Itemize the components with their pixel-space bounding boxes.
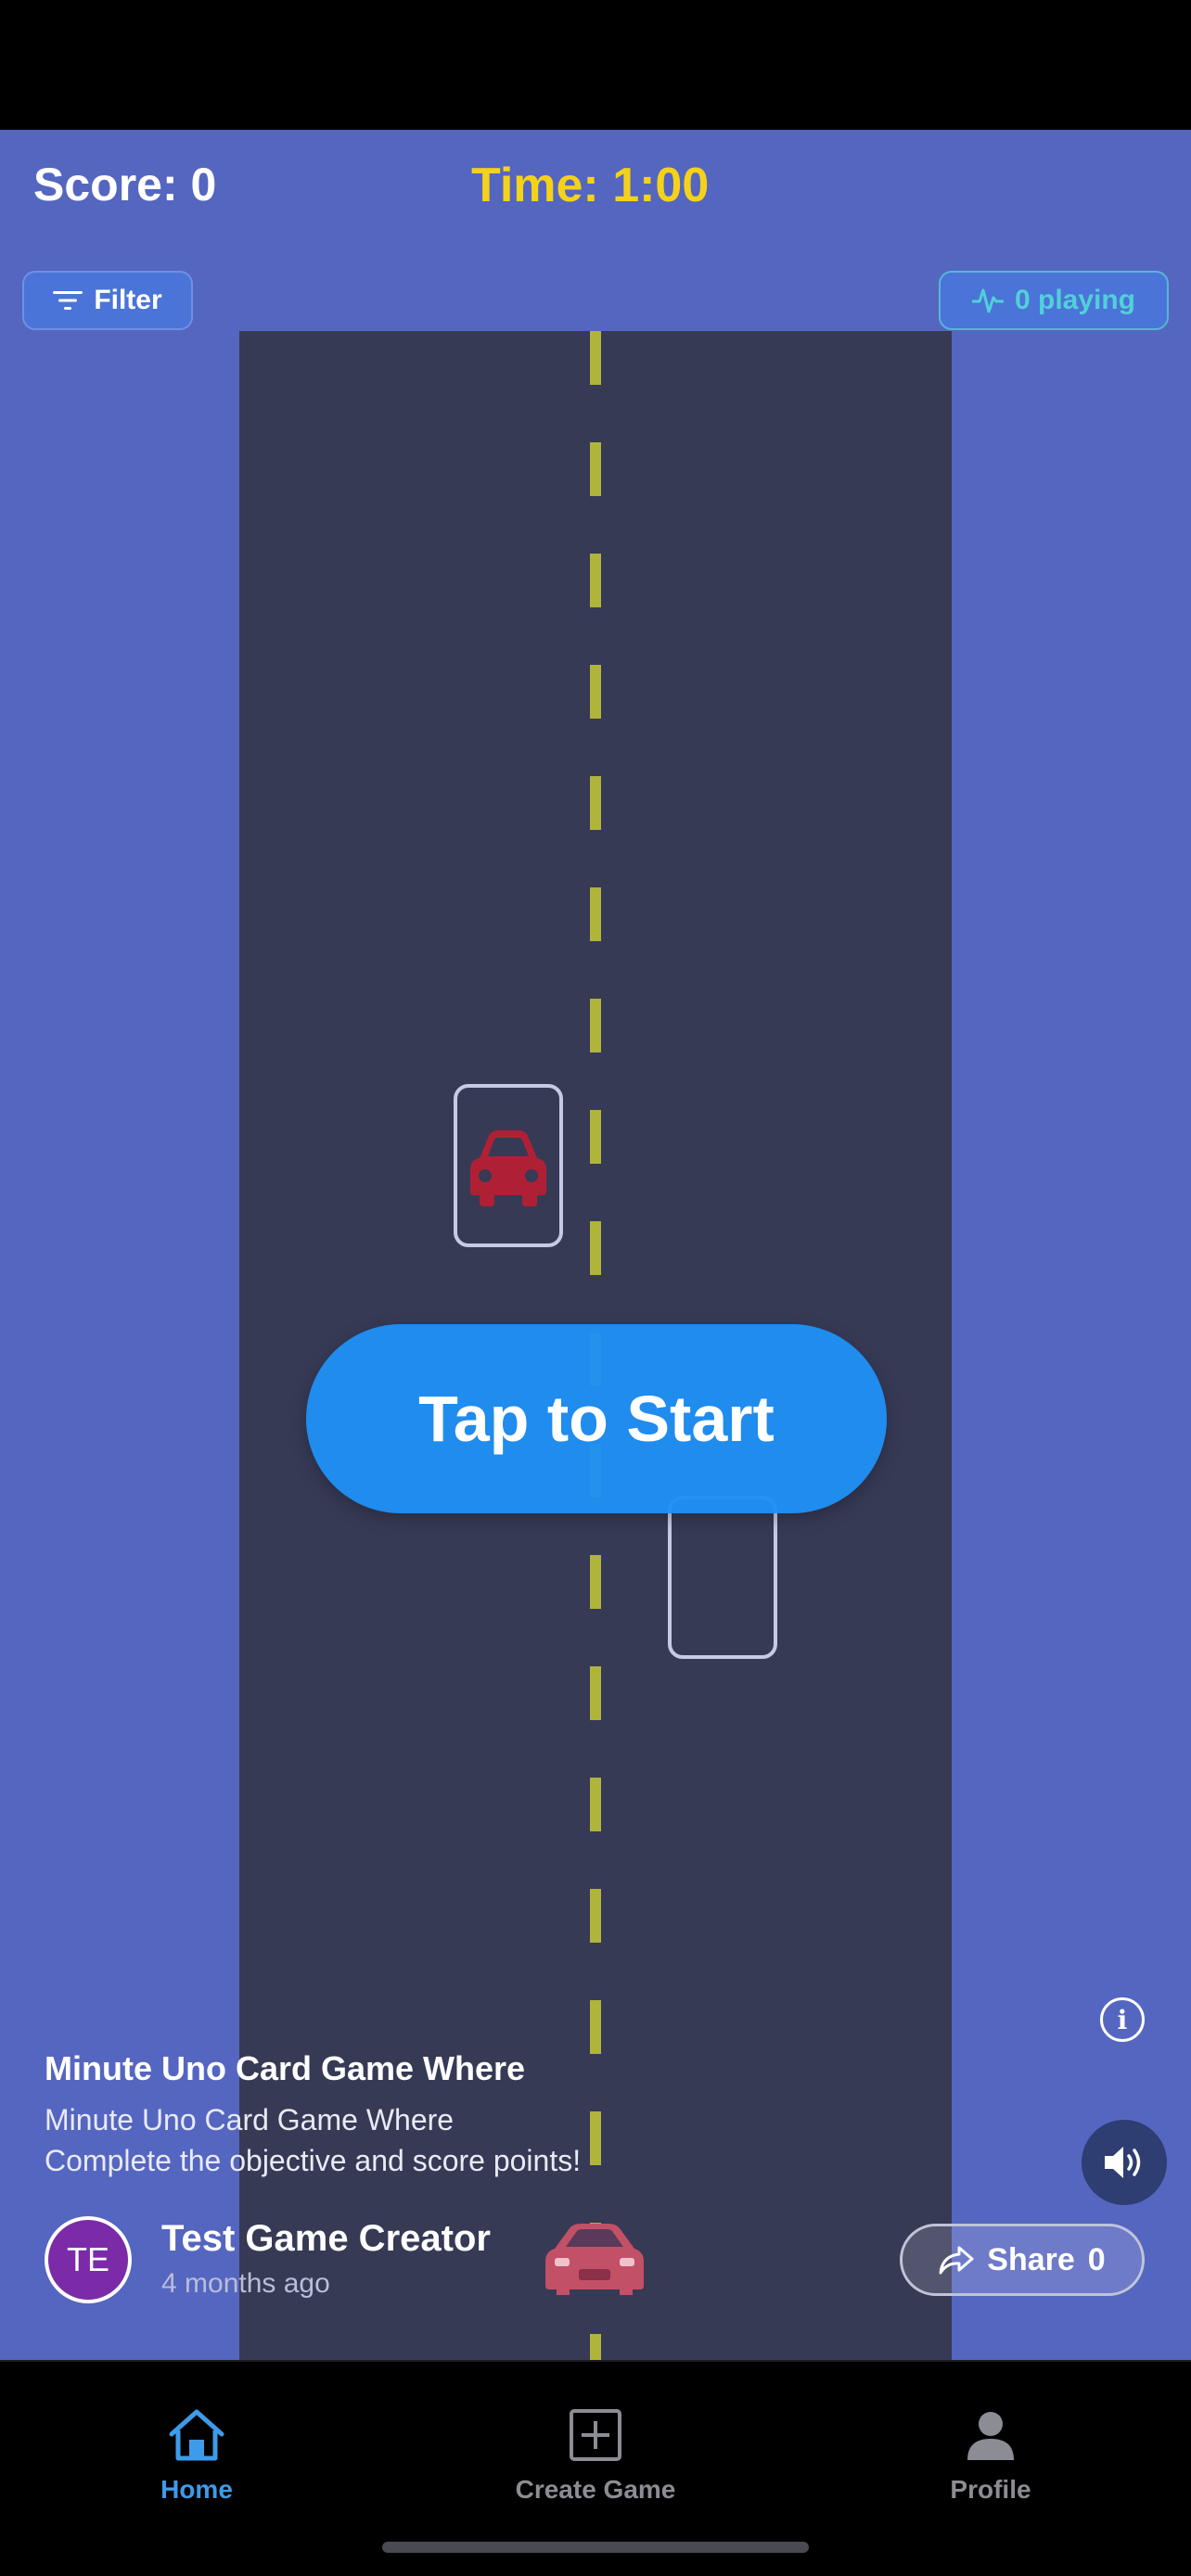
description-line: Complete the objective and score points! xyxy=(45,2144,582,2177)
car-icon xyxy=(470,1130,546,1206)
info-icon[interactable]: i xyxy=(1100,1997,1145,2042)
tab-label: Home xyxy=(160,2475,233,2504)
filter-button[interactable]: Filter xyxy=(22,271,193,330)
share-label: Share xyxy=(987,2241,1075,2277)
lane-dash xyxy=(590,2000,601,2054)
lane-dash xyxy=(590,1555,601,1609)
players-count: 0 playing xyxy=(1014,285,1136,315)
lane-dash xyxy=(590,2334,601,2360)
sound-button[interactable] xyxy=(1082,2120,1167,2205)
person-icon xyxy=(967,2412,1014,2460)
description-line: Minute Uno Card Game Where xyxy=(45,2103,455,2136)
tab-home[interactable]: Home xyxy=(76,2408,317,2505)
share-count: 0 xyxy=(1087,2241,1106,2277)
share-icon xyxy=(939,2246,974,2275)
game-area[interactable]: Score: 0 Time: 1:00 Filter 0 playing Tap… xyxy=(0,130,1191,2360)
player-car-slot xyxy=(668,1496,777,1659)
score-label: Score: 0 xyxy=(33,159,217,210)
lane-dash xyxy=(590,331,601,385)
share-button[interactable]: Share 0 xyxy=(900,2224,1145,2296)
lane-dash xyxy=(590,887,601,941)
bottom-tab-bar: Home Create Game Profile xyxy=(0,2360,1191,2576)
filter-icon xyxy=(53,291,83,310)
home-icon xyxy=(169,2409,224,2461)
tab-label: Create Game xyxy=(515,2475,676,2504)
plus-square-icon xyxy=(570,2409,621,2461)
game-description: Minute Uno Card Game Where Complete the … xyxy=(45,2099,749,2181)
lane-dash xyxy=(590,999,601,1052)
player-car-icon xyxy=(545,2224,644,2295)
status-bar xyxy=(0,0,1191,130)
tab-label: Profile xyxy=(950,2475,1031,2504)
game-title: Minute Uno Card Game Where xyxy=(45,2049,526,2087)
creator-timestamp: 4 months ago xyxy=(161,2268,330,2299)
lane-dash xyxy=(590,1889,601,1943)
lane-dash xyxy=(590,1110,601,1164)
players-badge: 0 playing xyxy=(939,271,1169,330)
tap-to-start-button[interactable]: Tap to Start xyxy=(306,1324,887,1513)
lane-dash xyxy=(590,554,601,607)
creator-avatar[interactable]: TE xyxy=(45,2216,132,2303)
lane-dash xyxy=(590,1666,601,1720)
lane-dash xyxy=(590,442,601,496)
filter-label: Filter xyxy=(94,285,162,315)
tab-create-game[interactable]: Create Game xyxy=(475,2408,716,2505)
home-indicator xyxy=(382,2542,809,2553)
lane-dash xyxy=(590,1221,601,1275)
lane-dash xyxy=(590,1778,601,1831)
lane-dash xyxy=(590,776,601,830)
speaker-icon xyxy=(1105,2147,1141,2178)
creator-name[interactable]: Test Game Creator xyxy=(161,2218,491,2260)
lane-dash xyxy=(590,665,601,719)
tab-profile[interactable]: Profile xyxy=(870,2408,1111,2505)
activity-icon xyxy=(971,288,1004,313)
time-label: Time: 1:00 xyxy=(471,159,710,212)
obstacle-car-slot xyxy=(454,1084,563,1247)
